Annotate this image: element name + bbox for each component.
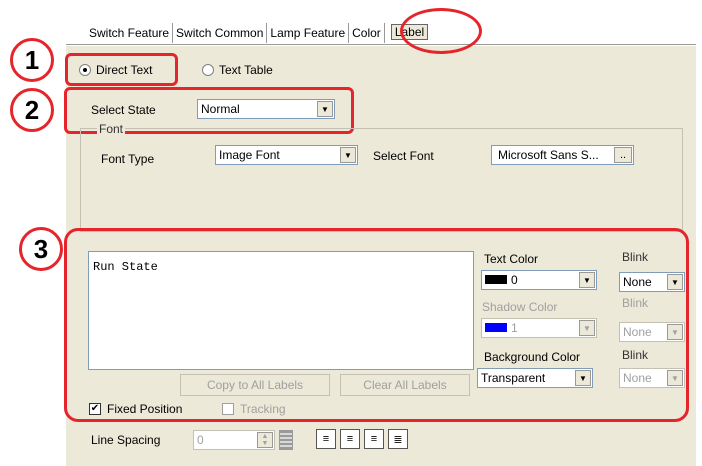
text-table-label: Text Table [219,63,273,77]
text-table-radio-circle [202,64,214,76]
text-color-value: 0 [511,273,518,287]
align-justify-icon[interactable]: ≣ [388,429,408,449]
tab-switch-common[interactable]: Switch Common [173,23,268,43]
fixed-position-checkbox[interactable]: ✔ Fixed Position [89,402,182,416]
blink-label-shadow: Blink [622,296,649,310]
line-spacing-label: Line Spacing [91,433,161,447]
align-left-icon[interactable]: ≡ [316,429,336,449]
chevron-down-icon: ▼ [317,101,333,117]
font-group [80,128,683,232]
select-font-label: Select Font [373,149,434,163]
select-font-value: Microsoft Sans S... [498,148,599,162]
spinner-updown-icon[interactable]: ▲ ▼ [257,432,273,448]
tab-switch-feature[interactable]: Switch Feature [86,23,174,43]
text-color-combo[interactable]: 0 ▼ [481,270,597,290]
text-table-radio[interactable]: Text Table [202,63,273,77]
font-type-combo[interactable]: Image Font ▼ [215,145,358,165]
label-tab-highlight-ellipse [400,8,482,54]
tab-lamp-feature[interactable]: Lamp Feature [267,23,350,43]
tab-divider [66,44,696,45]
text-color-swatch [485,275,507,284]
check-icon: ✔ [89,403,101,415]
callout-number-3: 3 [19,227,63,271]
alignment-buttons: ≡ ≡ ≡ ≣ [316,429,408,449]
tab-color[interactable]: Color [349,23,385,43]
blink-text-combo[interactable]: None ▼ [619,272,685,292]
align-center-icon[interactable]: ≡ [340,429,360,449]
chevron-down-icon: ▼ [667,274,683,290]
background-color-combo[interactable]: Transparent ▼ [477,368,593,388]
direct-text-radio[interactable]: Direct Text [79,63,152,77]
fixed-position-label: Fixed Position [107,402,183,416]
clear-all-labels-button[interactable]: Clear All Labels [340,374,470,396]
shadow-color-swatch [485,323,507,332]
copy-to-all-labels-button[interactable]: Copy to All Labels [180,374,330,396]
callout-number-1: 1 [10,38,54,82]
select-state-label: Select State [91,103,156,117]
blink-shadow-combo[interactable]: None ▼ [619,322,685,342]
label-text-area[interactable]: Run State [88,251,474,370]
browse-font-button[interactable]: .. [614,147,632,163]
font-group-label: Font [97,122,126,136]
callout-number-2: 2 [10,88,54,132]
select-state-value: Normal [201,102,240,116]
select-state-combo[interactable]: Normal ▼ [197,99,335,119]
blink-background-combo[interactable]: None ▼ [619,368,685,388]
shadow-color-value: 1 [511,321,518,335]
line-spacing-value: 0 [197,433,204,447]
chevron-down-icon: ▼ [579,272,595,288]
direct-text-label: Direct Text [96,63,153,77]
tracking-label: Tracking [240,402,286,416]
tab-bar: Switch Feature Switch Common Lamp Featur… [86,21,429,43]
blink-label-text: Blink [622,250,649,264]
blink-background-value: None [623,371,652,385]
label-text-content: Run State [93,260,158,274]
chevron-down-icon: ▼ [340,147,356,163]
chevron-down-icon: ▼ [575,370,591,386]
blink-label-background: Blink [622,348,649,362]
font-type-value: Image Font [219,148,280,162]
keypad-icon[interactable] [279,430,293,450]
background-color-value: Transparent [481,371,546,385]
background-color-label: Background Color [484,350,581,364]
tracking-checkbox[interactable]: Tracking [222,402,286,416]
text-color-label: Text Color [484,252,539,266]
direct-text-radio-circle [79,64,91,76]
tracking-checkbox-box [222,403,234,415]
chevron-down-icon: ▼ [579,320,595,336]
font-type-label: Font Type [101,152,155,166]
blink-text-value: None [623,275,652,289]
shadow-color-label: Shadow Color [482,300,558,314]
blink-shadow-value: None [623,325,652,339]
align-right-icon[interactable]: ≡ [364,429,384,449]
shadow-color-combo[interactable]: 1 ▼ [481,318,597,338]
line-spacing-spinner[interactable]: 0 ▲ ▼ [193,430,275,450]
chevron-down-icon: ▼ [667,370,683,386]
select-font-field[interactable]: Microsoft Sans S... .. [491,145,634,165]
chevron-down-icon: ▼ [667,324,683,340]
